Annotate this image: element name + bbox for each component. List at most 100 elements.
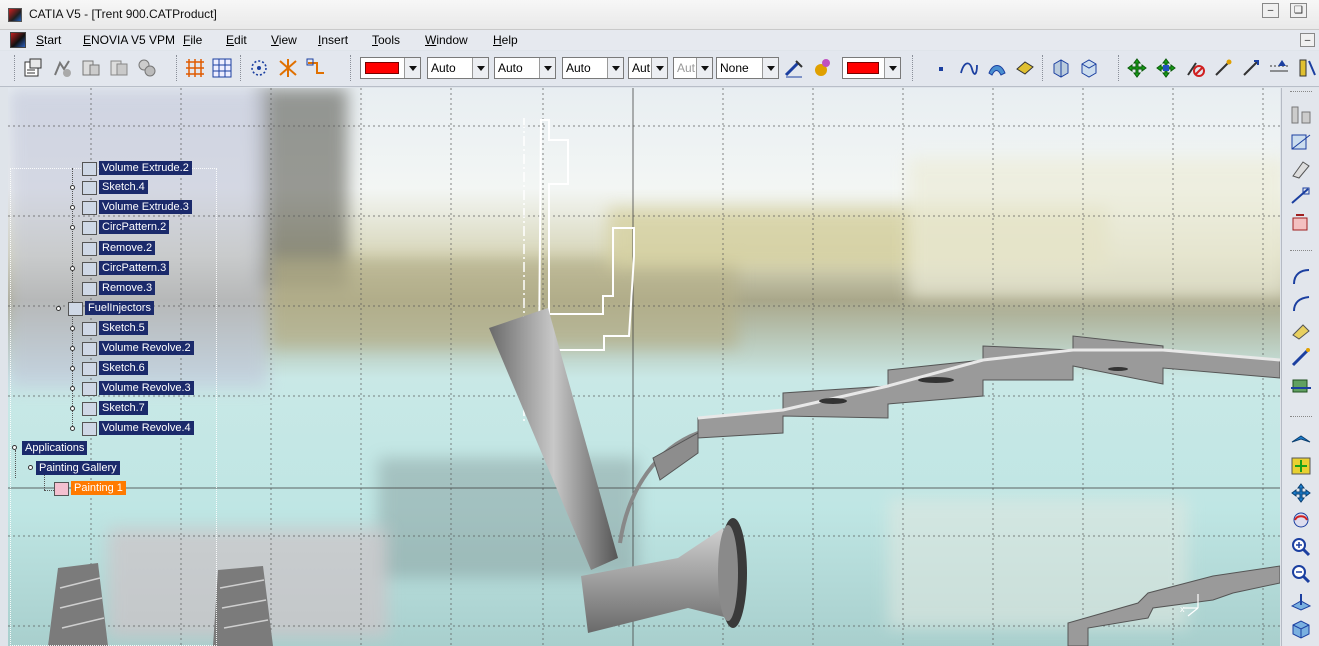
align-icon[interactable] [1268, 57, 1290, 79]
chevron-down-icon[interactable] [607, 58, 623, 78]
measure-icon[interactable] [1289, 347, 1313, 369]
chevron-down-icon[interactable] [472, 58, 488, 78]
cube-view-icon[interactable] [1050, 57, 1072, 79]
section-icon[interactable] [1289, 374, 1313, 396]
zoom-out-icon[interactable] [1289, 563, 1313, 585]
tree-node-label[interactable]: Sketch.6 [99, 361, 148, 375]
menu-view[interactable]: View [271, 33, 297, 47]
point-combo[interactable]: Aut [628, 57, 668, 79]
hide-show-icon[interactable] [277, 57, 299, 79]
toolbar-grip[interactable] [1290, 250, 1312, 251]
tree-expander[interactable] [70, 185, 75, 190]
offset-constraint-icon[interactable] [1289, 185, 1313, 207]
toolbar-grip[interactable] [1118, 55, 1121, 81]
tree-expander[interactable] [70, 386, 75, 391]
menu-edit[interactable]: Edit [226, 33, 247, 47]
swap-visible-icon[interactable] [305, 57, 327, 79]
toolbar-grip[interactable] [1042, 55, 1045, 81]
fly-icon[interactable] [1289, 428, 1313, 450]
tree-node-label[interactable]: CircPattern.2 [99, 220, 170, 234]
component-icon[interactable] [80, 57, 102, 79]
eraser-icon[interactable] [1289, 320, 1313, 342]
restore-button[interactable]: ❑ [1290, 3, 1307, 18]
clash-icon[interactable] [1184, 57, 1206, 79]
tree-node-label[interactable]: Remove.2 [99, 241, 156, 255]
color-combo[interactable] [360, 57, 421, 79]
fit-all-in-icon[interactable] [1289, 455, 1313, 477]
chevron-down-icon[interactable] [762, 58, 778, 78]
tree-node-label[interactable]: Painting Gallery [36, 461, 120, 475]
minimize-button[interactable]: – [1262, 3, 1279, 18]
tree-node-label[interactable]: Volume Revolve.4 [99, 421, 194, 435]
tree-expander[interactable] [28, 465, 33, 470]
chevron-down-icon[interactable] [404, 58, 420, 78]
plane-icon[interactable] [1014, 57, 1036, 79]
tree-node-label[interactable]: Volume Revolve.3 [99, 381, 194, 395]
pan-icon[interactable] [1289, 482, 1313, 504]
toolbar-grip[interactable] [176, 55, 179, 81]
document-icon[interactable] [10, 32, 26, 48]
apply-material-icon[interactable] [811, 57, 833, 79]
chevron-down-icon[interactable] [539, 58, 555, 78]
manipulate-icon[interactable] [1155, 57, 1177, 79]
tree-node-label[interactable]: Sketch.4 [99, 180, 148, 194]
move-icon[interactable] [1126, 57, 1148, 79]
painter-icon[interactable] [783, 57, 805, 79]
linetype-combo[interactable]: Auto [494, 57, 556, 79]
specification-tree[interactable]: Volume Extrude.2 Sketch.4 Volume Extrude… [12, 161, 224, 508]
chevron-down-icon[interactable] [884, 58, 900, 78]
cube-view-2-icon[interactable] [1078, 57, 1100, 79]
arc-icon[interactable] [1289, 266, 1313, 288]
spline-icon[interactable] [958, 57, 980, 79]
offset-icon[interactable] [1240, 57, 1262, 79]
tree-expander[interactable] [70, 205, 75, 210]
thickness-combo[interactable]: Auto [562, 57, 624, 79]
toolbar-grip[interactable] [1290, 91, 1312, 92]
existing-component-icon[interactable] [136, 57, 158, 79]
menu-enovia[interactable]: ENOVIA V5 VPM [83, 33, 175, 47]
sketch-profile[interactable] [537, 119, 635, 351]
menu-window[interactable]: Window [425, 33, 468, 47]
toolbar-grip[interactable] [1290, 416, 1312, 417]
fix-icon[interactable] [1289, 212, 1313, 234]
render-combo[interactable]: None [716, 57, 779, 79]
menu-file[interactable]: File [183, 33, 202, 47]
fuel-injector-tube[interactable] [489, 308, 618, 570]
tree-node-label[interactable]: Applications [22, 441, 88, 455]
tree-expander[interactable] [70, 266, 75, 271]
tree-expander[interactable] [70, 346, 75, 351]
tree-node-label[interactable]: Volume Extrude.2 [99, 161, 192, 175]
tree-node-label[interactable]: FuelInjectors [85, 301, 154, 315]
menu-tools[interactable]: Tools [372, 33, 400, 47]
zoom-in-icon[interactable] [1289, 536, 1313, 558]
tree-node-label[interactable]: Volume Revolve.2 [99, 341, 194, 355]
tree-expander[interactable] [56, 306, 61, 311]
tree-node-label[interactable]: Volume Extrude.3 [99, 200, 192, 214]
tree-node-label[interactable]: Sketch.5 [99, 321, 148, 335]
product-icon[interactable] [52, 57, 74, 79]
tree-node-label[interactable]: CircPattern.3 [99, 261, 170, 275]
tree-expander[interactable] [12, 445, 17, 450]
constraint-icon[interactable] [1296, 57, 1318, 79]
doc-minimize-button[interactable]: – [1300, 33, 1315, 47]
tree-expander[interactable] [70, 366, 75, 371]
tree-node-label[interactable]: Remove.3 [99, 281, 156, 295]
toolbar-grip[interactable] [350, 55, 353, 81]
part-icon[interactable] [108, 57, 130, 79]
fit-all-icon[interactable] [248, 57, 270, 79]
contact-icon[interactable] [1289, 158, 1313, 180]
tree-node-label[interactable]: Sketch.7 [99, 401, 148, 415]
menu-insert[interactable]: Insert [318, 33, 348, 47]
rotate-icon[interactable] [1289, 509, 1313, 531]
fill-color-combo[interactable] [842, 57, 901, 79]
toolbar-grip[interactable] [240, 55, 243, 81]
snap-icon[interactable] [1212, 57, 1234, 79]
tree-expander[interactable] [70, 406, 75, 411]
point-icon[interactable] [930, 57, 952, 79]
menu-start[interactable]: Start [36, 33, 61, 47]
grid-icon[interactable] [184, 57, 206, 79]
tree-node-label[interactable]: Painting 1 [71, 481, 126, 495]
snap-grid-icon[interactable] [211, 57, 233, 79]
tree-expander[interactable] [70, 225, 75, 230]
surface-icon[interactable] [986, 57, 1008, 79]
